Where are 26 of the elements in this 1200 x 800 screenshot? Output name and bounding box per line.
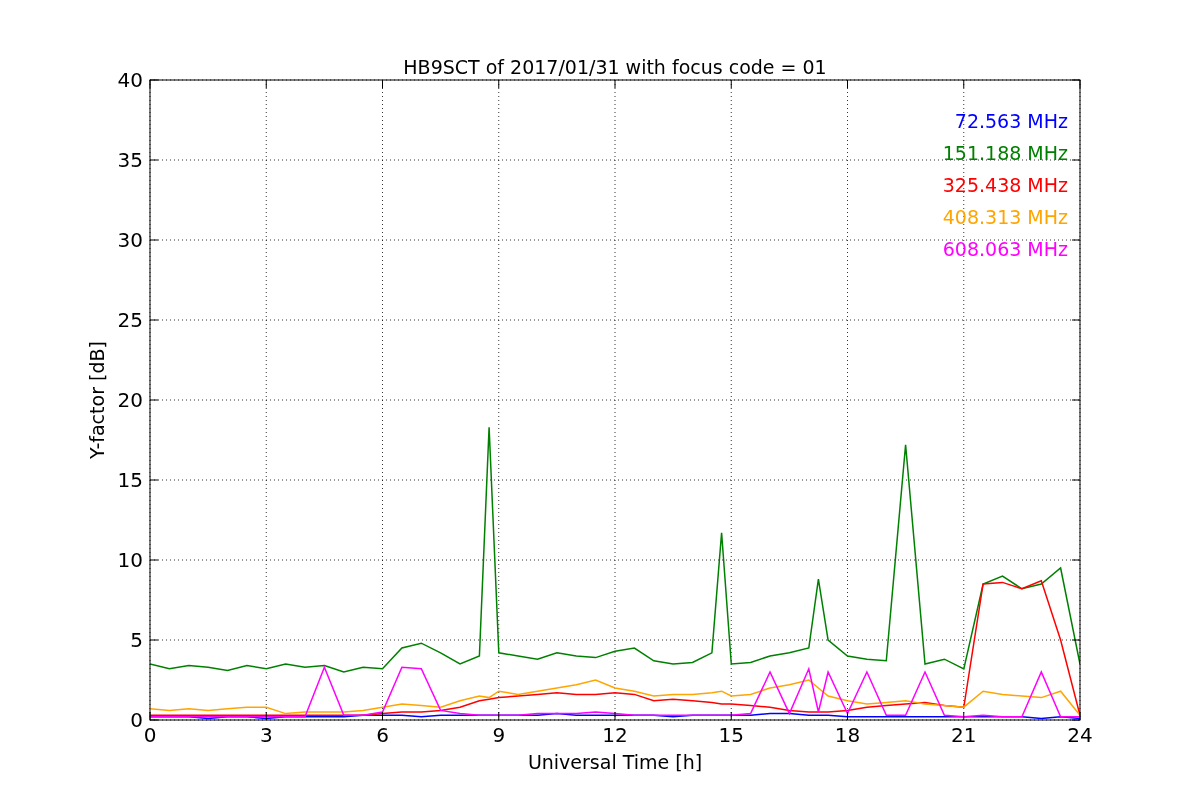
y-tick-label: 25 [117,308,143,332]
y-tick-label: 35 [117,148,143,172]
y-tick-label: 15 [117,468,143,492]
y-axis-label: Y-factor [dB] [86,341,108,459]
legend-entry: 408.313 MHz [942,206,1068,228]
y-tick-label: 0 [130,708,143,732]
y-tick-label: 20 [117,388,143,412]
x-tick-label: 9 [492,723,506,747]
x-tick-label: 12 [602,723,628,747]
legend-entry: 151.188 MHz [942,142,1068,164]
y-tick-label: 10 [117,548,143,572]
legend-entry: 72.563 MHz [954,110,1068,132]
x-tick-label: 15 [718,723,744,747]
x-tick-label: 6 [376,723,389,747]
x-tick-label: 24 [1067,723,1093,747]
x-tick-label: 0 [143,723,157,747]
y-tick-label: 5 [130,628,143,652]
x-tick-label: 18 [834,723,861,747]
x-tick-label: 3 [259,723,273,747]
chart-title: HB9SCT of 2017/01/31 with focus code = 01 [403,56,827,78]
y-tick-label: 40 [117,68,143,92]
x-axis-label: Universal Time [h] [527,751,703,773]
legend-entry: 325.438 MHz [942,174,1068,196]
y-tick-label: 30 [117,228,143,252]
x-tick-label: 21 [951,723,977,747]
legend-entry: 608.063 MHz [942,238,1068,260]
